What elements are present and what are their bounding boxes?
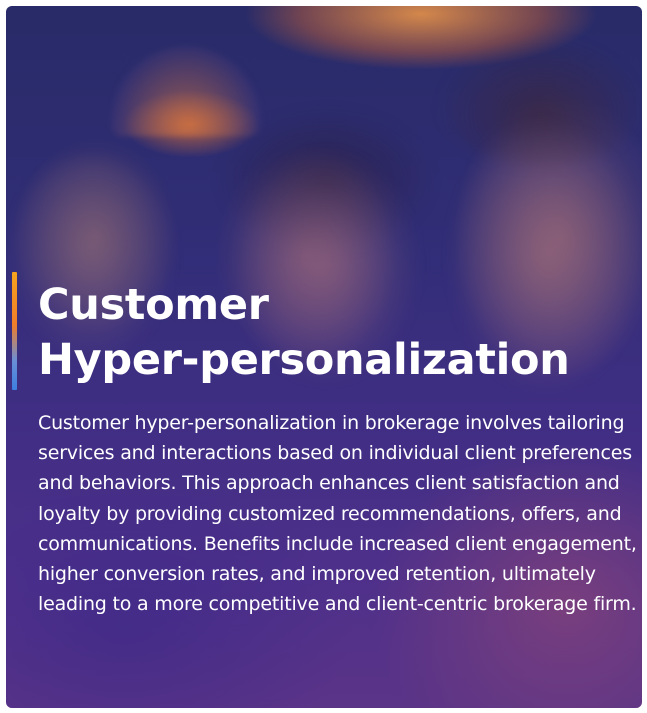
title-accent-bar bbox=[12, 272, 17, 390]
feature-card: Customer Hyper-personalization Customer … bbox=[6, 6, 642, 708]
card-title: Customer Hyper-personalization bbox=[38, 280, 570, 385]
card-description: Customer hyper-personalization in broker… bbox=[38, 412, 637, 616]
